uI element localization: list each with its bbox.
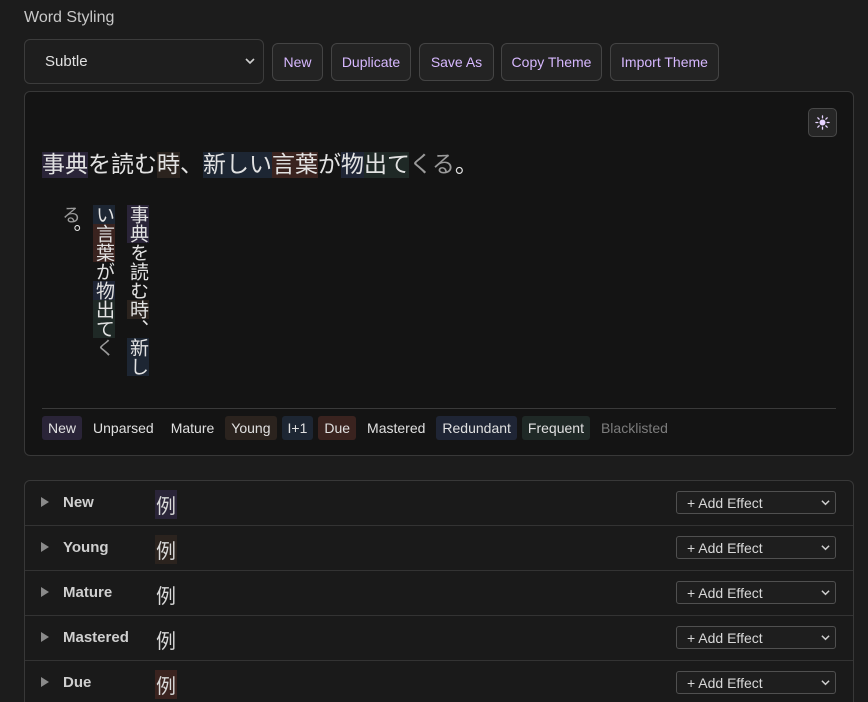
legend-due: Due xyxy=(318,416,357,440)
preview-panel: 事典を読む時、新しい言葉が物出てくる。 事典を読む時、新しい言葉が物出てくる。 … xyxy=(24,91,854,456)
word-token[interactable]: 読む xyxy=(111,152,157,178)
legend-mature: Mature xyxy=(170,420,215,436)
add-effect-select[interactable]: + Add Effect xyxy=(676,626,836,649)
chevron-down-icon xyxy=(245,58,255,65)
effect-row-due[interactable]: Due 例 + Add Effect xyxy=(25,661,853,702)
expand-triangle-icon[interactable] xyxy=(41,632,49,642)
effect-sample: 例 xyxy=(156,584,176,608)
word-token[interactable]: 言葉 xyxy=(272,152,318,178)
legend-new: New xyxy=(42,416,83,440)
word-token[interactable]: 言葉 xyxy=(93,224,115,262)
word-token[interactable]: 出 xyxy=(364,152,387,178)
add-effect-select[interactable]: + Add Effect xyxy=(676,581,836,604)
effects-list: New 例 + Add Effect Young 例 + Add Effect … xyxy=(24,480,854,702)
add-effect-label: + Add Effect xyxy=(687,494,763,511)
effect-sample: 例 xyxy=(155,670,177,699)
duplicate-theme-button[interactable]: Duplicate xyxy=(331,43,411,81)
copy-theme-button[interactable]: Copy Theme xyxy=(501,43,602,81)
section-title: Word Styling xyxy=(24,9,115,26)
word-token[interactable]: 読む xyxy=(127,262,149,300)
legend-young: Young xyxy=(225,416,277,440)
word-token[interactable]: 時 xyxy=(157,152,180,178)
word-token[interactable]: が xyxy=(318,152,341,178)
vertical-sample-sentence: 事典を読む時、新しい言葉が物出てくる。 xyxy=(53,205,155,390)
add-effect-select[interactable]: + Add Effect xyxy=(676,671,836,694)
effect-sample: 例 xyxy=(155,490,177,519)
word-token[interactable]: 。 xyxy=(59,224,81,243)
expand-triangle-icon[interactable] xyxy=(41,677,49,687)
add-effect-label: + Add Effect xyxy=(687,539,763,556)
theme-select-value: Subtle xyxy=(45,53,88,70)
save-as-button[interactable]: Save As xyxy=(419,43,494,81)
effect-sample: 例 xyxy=(155,535,177,564)
legend-mastered: Mastered xyxy=(367,420,426,436)
sun-icon xyxy=(815,115,830,130)
chevron-down-icon xyxy=(821,545,830,551)
legend-frequent: Frequent xyxy=(521,416,590,440)
add-effect-select[interactable]: + Add Effect xyxy=(676,491,836,514)
word-token[interactable]: 。 xyxy=(455,152,478,178)
word-token[interactable]: 物 xyxy=(341,152,364,178)
add-effect-label: + Add Effect xyxy=(687,584,763,601)
effect-row-mature[interactable]: Mature 例 + Add Effect xyxy=(25,571,853,616)
legend-i-plus-1: I+1 xyxy=(281,416,314,440)
legend-unparsed: Unparsed xyxy=(93,420,154,436)
import-theme-button[interactable]: Import Theme xyxy=(610,43,719,81)
status-legend: New Unparsed Mature Young I+1 Due Master… xyxy=(42,408,836,440)
legend-blacklisted: Blacklisted xyxy=(600,420,668,436)
word-token[interactable]: 、 xyxy=(180,152,203,178)
word-token[interactable]: を xyxy=(88,152,111,178)
theme-toggle-button[interactable] xyxy=(808,108,837,137)
effect-row-label: Young xyxy=(63,539,109,556)
chevron-down-icon xyxy=(821,635,830,641)
expand-triangle-icon[interactable] xyxy=(41,587,49,597)
word-token[interactable]: を xyxy=(127,243,149,262)
chevron-down-icon xyxy=(821,500,830,506)
add-effect-label: + Add Effect xyxy=(687,674,763,691)
expand-triangle-icon[interactable] xyxy=(41,497,49,507)
chevron-down-icon xyxy=(821,680,830,686)
chevron-down-icon xyxy=(821,590,830,596)
effect-row-label: Due xyxy=(63,674,92,691)
expand-triangle-icon[interactable] xyxy=(41,542,49,552)
effect-row-label: Mature xyxy=(63,584,113,601)
add-effect-select[interactable]: + Add Effect xyxy=(676,536,836,559)
effect-row-mastered[interactable]: Mastered 例 + Add Effect xyxy=(25,616,853,661)
add-effect-label: + Add Effect xyxy=(687,629,763,646)
new-theme-button[interactable]: New xyxy=(272,43,323,81)
word-token[interactable]: 新しい xyxy=(203,152,272,178)
horizontal-sample-sentence: 事典を読む時、新しい言葉が物出てくる。 xyxy=(42,145,478,179)
word-token[interactable]: 物 xyxy=(93,281,115,300)
word-token[interactable]: 時 xyxy=(127,300,149,319)
word-token[interactable]: 、 xyxy=(127,319,149,338)
effect-row-young[interactable]: Young 例 + Add Effect xyxy=(25,526,853,571)
effect-row-new[interactable]: New 例 + Add Effect xyxy=(25,481,853,526)
effect-row-label: Mastered xyxy=(63,629,129,646)
word-token[interactable]: て xyxy=(387,152,410,178)
word-token[interactable]: 事典 xyxy=(42,152,88,178)
word-token[interactable]: 事典 xyxy=(127,205,149,243)
word-token[interactable]: くる xyxy=(409,152,455,178)
word-token[interactable]: て xyxy=(93,319,115,338)
effect-row-label: New xyxy=(63,494,94,511)
word-token[interactable]: が xyxy=(93,262,115,281)
theme-select[interactable]: Subtle xyxy=(24,39,264,84)
legend-redundant: Redundant xyxy=(436,416,517,440)
effect-sample: 例 xyxy=(156,629,176,653)
word-token[interactable]: 出 xyxy=(93,300,115,319)
